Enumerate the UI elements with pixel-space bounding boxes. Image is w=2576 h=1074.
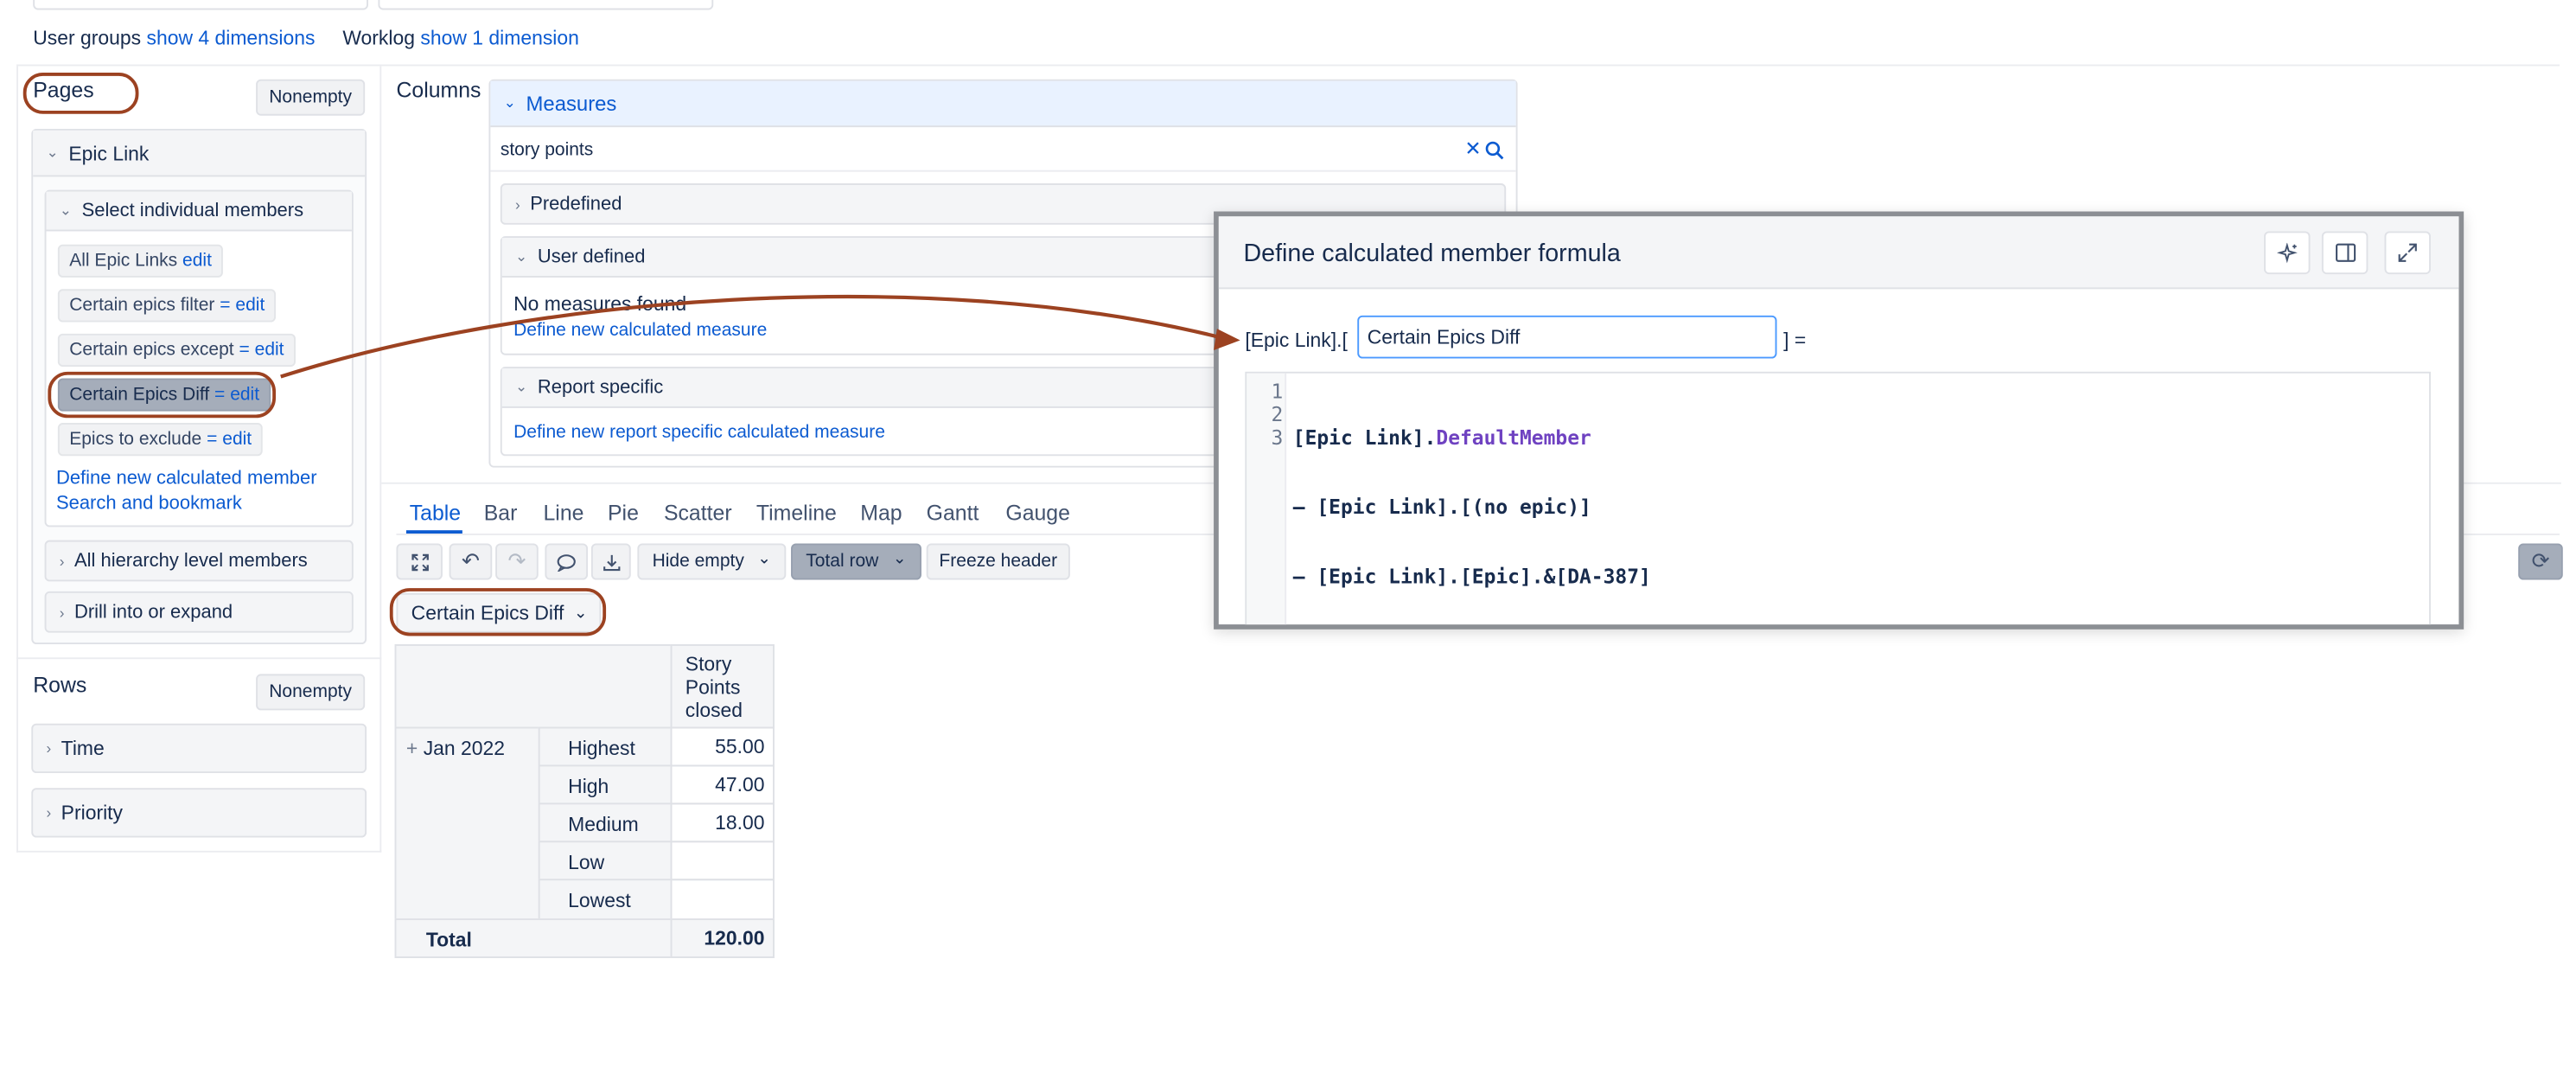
annotation-arrow bbox=[280, 294, 1240, 379]
